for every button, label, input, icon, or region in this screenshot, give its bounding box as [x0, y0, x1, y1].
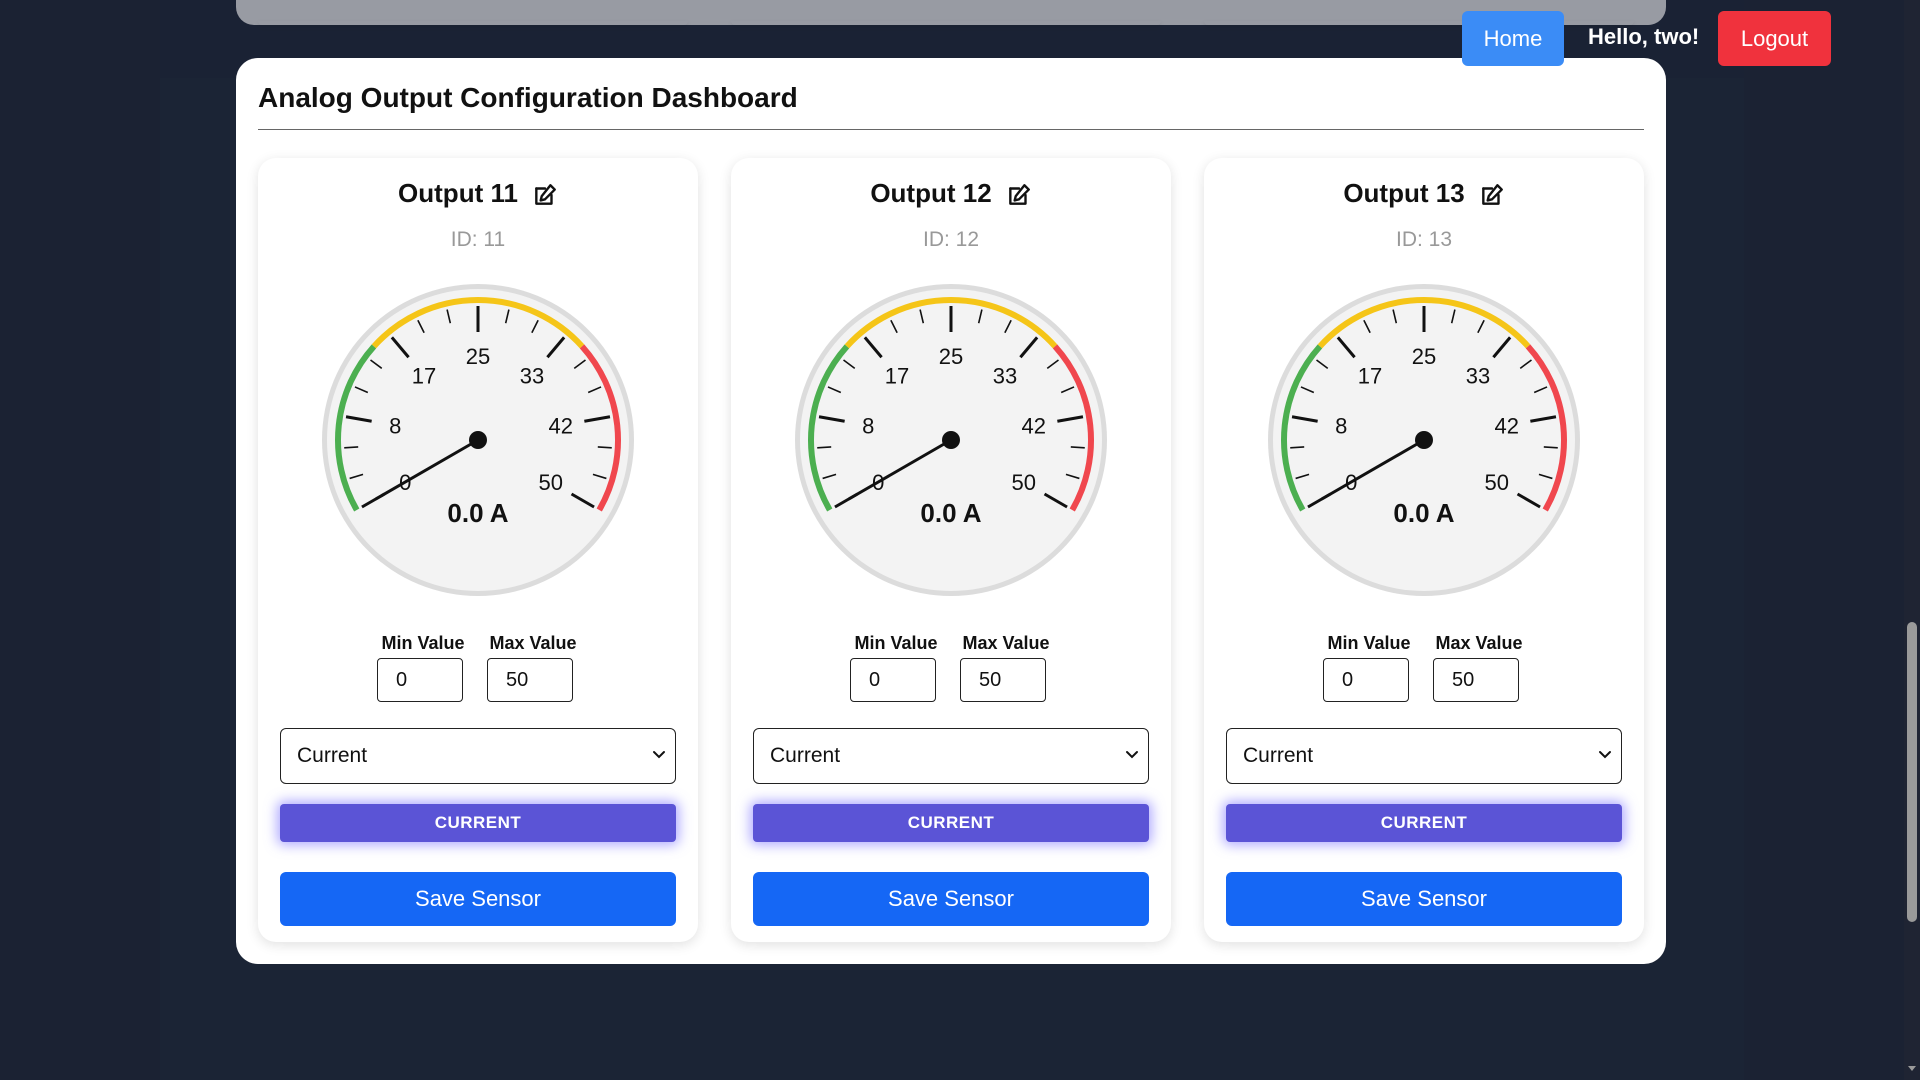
title-divider — [258, 129, 1644, 130]
home-button[interactable]: Home — [1462, 11, 1564, 66]
current-gauge: 0817253342500.0 A — [795, 284, 1107, 596]
gauge-hub — [1415, 431, 1433, 449]
max-value-label: Max Value — [489, 633, 577, 653]
gauge-minor-tick — [1070, 446, 1085, 449]
gauge-tick-label: 25 — [939, 344, 963, 369]
range-inputs: Min Value 0 Max Value 50 — [377, 633, 579, 703]
current-gauge: 0817253342500.0 A — [322, 284, 634, 596]
gauge-minor-tick — [817, 446, 832, 449]
edit-icon[interactable] — [1006, 182, 1032, 208]
edit-icon[interactable] — [532, 182, 558, 208]
gauge-tick-label: 33 — [520, 364, 544, 389]
output-type-select[interactable]: Current — [753, 728, 1149, 784]
output-name: Output 11 — [398, 178, 518, 208]
gauge-tick-label: 17 — [412, 364, 436, 389]
min-value-input[interactable]: 0 — [377, 658, 463, 702]
user-greeting: Hello, two! — [1588, 24, 1700, 49]
output-type-button[interactable]: CURRENT — [1226, 804, 1622, 842]
scrollbar-thumb[interactable] — [1907, 622, 1917, 922]
gauge-reading: 0.0 A — [920, 498, 981, 528]
output-type-selected: Current — [1243, 744, 1314, 767]
output-id: ID: 13 — [1395, 228, 1453, 251]
range-inputs: Min Value 0 Max Value 50 — [1323, 633, 1525, 703]
gauge-tick-label: 42 — [1021, 413, 1045, 438]
output-type-selected: Current — [770, 744, 841, 767]
gauge-tick-label: 8 — [862, 413, 874, 438]
gauge-tick-label: 25 — [466, 344, 490, 369]
min-value-input[interactable]: 0 — [1323, 658, 1409, 702]
chevron-down-icon — [653, 751, 665, 759]
max-value-label: Max Value — [1435, 633, 1523, 653]
output-type-button[interactable]: CURRENT — [753, 804, 1149, 842]
gauge-tick-label: 42 — [1494, 413, 1518, 438]
current-gauge: 0817253342500.0 A — [1268, 284, 1580, 596]
dashboard-panel: Analog Output Configuration Dashboard Ou… — [236, 58, 1666, 964]
logout-button[interactable]: Logout — [1718, 11, 1831, 66]
gauge-tick-label: 33 — [993, 364, 1017, 389]
gauge-minor-tick — [1543, 446, 1558, 449]
gauge-hub — [469, 431, 487, 449]
output-title: Output 12 — [731, 178, 1171, 209]
chevron-down-icon — [1599, 751, 1611, 759]
gauge-reading: 0.0 A — [1393, 498, 1454, 528]
scroll-down-arrow-icon[interactable] — [1907, 1063, 1917, 1073]
output-id: ID: 11 — [450, 228, 506, 251]
gauge-tick-label: 8 — [389, 413, 401, 438]
gauge-tick-label: 17 — [885, 364, 909, 389]
chevron-down-icon — [1126, 751, 1138, 759]
output-title: Output 13 — [1204, 178, 1644, 209]
min-value-label: Min Value — [381, 633, 465, 653]
output-name: Output 12 — [870, 178, 992, 208]
output-name: Output 13 — [1343, 178, 1465, 208]
min-value-label: Min Value — [854, 633, 938, 653]
output-title: Output 11 — [258, 178, 698, 209]
output-type-selected: Current — [297, 744, 368, 767]
output-card: Output 11 ID: 11 0 8 17 25 3342 50 0.0 A Min V… — [258, 158, 698, 942]
gauge-tick-label: 50 — [1485, 470, 1509, 495]
max-value-input[interactable]: 50 — [960, 658, 1046, 702]
output-card: Output 12 ID: 12 0 8 17 25 3342 50 0.0 A Min V… — [731, 158, 1171, 942]
edit-icon[interactable] — [1479, 182, 1505, 208]
gauge-minor-tick — [597, 446, 612, 449]
min-value-label: Min Value — [1327, 633, 1411, 653]
gauge-tick-label: 8 — [1335, 413, 1347, 438]
save-sensor-button[interactable]: Save Sensor — [1226, 872, 1622, 926]
save-sensor-button[interactable]: Save Sensor — [280, 872, 676, 926]
output-card: Output 13 ID: 13 0 8 17 25 3342 50 0.0 A Min V… — [1204, 158, 1644, 942]
output-type-button[interactable]: CURRENT — [280, 804, 676, 842]
max-value-input[interactable]: 50 — [1433, 658, 1519, 702]
output-type-select[interactable]: Current — [280, 728, 676, 784]
gauge-hub — [942, 431, 960, 449]
max-value-input[interactable]: 50 — [487, 658, 573, 702]
gauge-tick-label: 33 — [1466, 364, 1490, 389]
output-type-select[interactable]: Current — [1226, 728, 1622, 784]
gauge-tick-label: 50 — [1012, 470, 1036, 495]
scrollbar[interactable] — [1904, 0, 1920, 1080]
gauge-reading: 0.0 A — [447, 498, 508, 528]
gauge-minor-tick — [344, 446, 359, 449]
dashboard-title: Analog Output Configuration Dashboard — [258, 82, 798, 113]
gauge-tick-label: 50 — [539, 470, 563, 495]
gauge-tick-label: 25 — [1412, 344, 1436, 369]
range-inputs: Min Value 0 Max Value 50 — [850, 633, 1052, 703]
save-sensor-button[interactable]: Save Sensor — [753, 872, 1149, 926]
gauge-tick-label: 42 — [548, 413, 572, 438]
gauge-tick-label: 17 — [1358, 364, 1382, 389]
max-value-label: Max Value — [962, 633, 1050, 653]
output-id: ID: 12 — [922, 228, 980, 251]
min-value-input[interactable]: 0 — [850, 658, 936, 702]
gauge-minor-tick — [1290, 446, 1305, 449]
